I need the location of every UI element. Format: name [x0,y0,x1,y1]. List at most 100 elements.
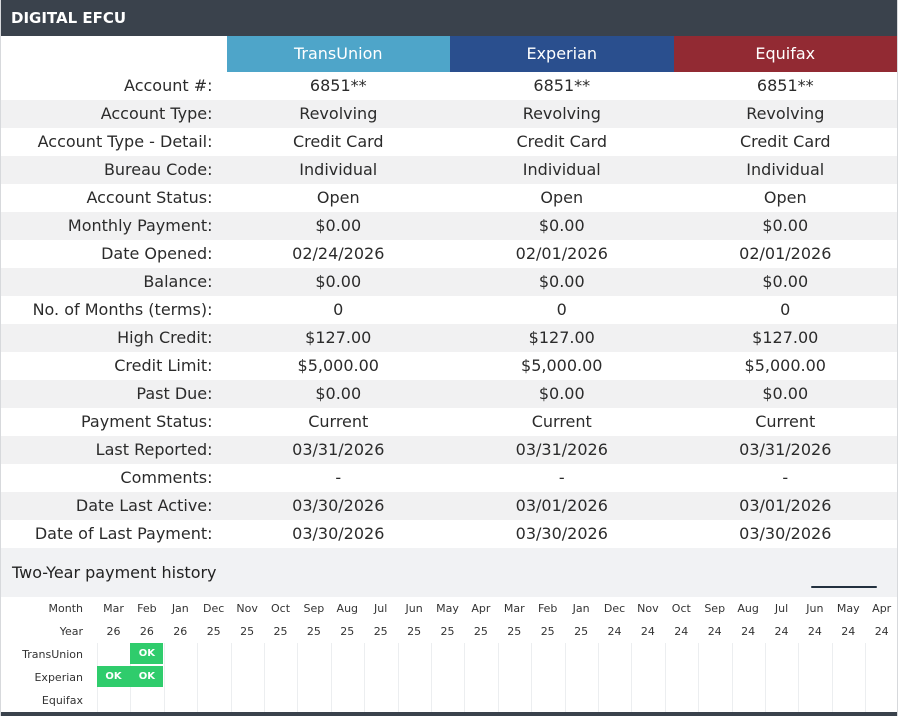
account-card: DIGITAL EFCU TransUnion Experian Equifax… [0,0,898,716]
grid-divider [831,643,833,712]
detail-row: Monthly Payment: $0.00 $0.00 $0.00 [1,212,897,240]
detail-value-equifax: - [782,468,789,487]
history-year: 26 [106,625,121,638]
payment-history-grid: Month Year Mar 26 Feb 26 Jan 26 Dec 25 Nov 25 Oct 2… [1,597,897,712]
history-month: Jun [405,602,423,615]
detail-value-experian: 6851** [533,76,591,95]
history-year: 25 [306,625,321,638]
detail-value-transunion: Revolving [299,104,378,123]
detail-value-equifax: 03/01/2026 [739,496,832,515]
history-month: Mar [103,602,124,615]
detail-label: High Credit: [117,328,213,347]
detail-label: Credit Limit: [114,356,213,375]
history-month: May [836,602,860,615]
detail-value-equifax: Current [755,412,816,431]
detail-row: Date Last Active: 03/30/2026 03/01/2026 03/… [1,492,897,520]
detail-label: Monthly Payment: [67,216,213,235]
detail-label: Balance: [143,272,213,291]
history-month: Jul [374,602,388,615]
grid-divider [798,643,800,712]
detail-value-transunion: 6851** [309,76,367,95]
detail-value-equifax: Credit Card [739,132,831,151]
detail-value-experian: Open [540,188,584,207]
grid-divider [631,643,633,712]
history-month: Mar [503,602,525,615]
history-month: Sep [704,602,726,615]
history-year: 26 [139,625,154,638]
history-month: Feb [137,602,157,615]
grid-divider [197,643,199,712]
detail-row: Date Opened: 02/24/2026 02/01/2026 02/01/20… [1,240,897,268]
detail-label: Account #: [124,76,213,95]
history-year: 24 [841,625,856,638]
detail-value-experian: $5,000.00 [521,356,603,375]
detail-value-transunion: $5,000.00 [297,356,379,375]
history-month: Jan [171,602,189,615]
history-month: Nov [236,602,258,615]
history-year: 24 [741,625,756,638]
history-month: May [436,602,459,615]
detail-value-equifax: $5,000.00 [744,356,826,375]
detail-value-transunion: Current [308,412,369,431]
detail-value-transunion: 03/30/2026 [292,524,385,543]
history-month: Aug [737,602,759,615]
detail-value-experian: 03/30/2026 [515,524,608,543]
grid-divider [698,643,700,712]
detail-row: Account #: 6851** 6851** 6851** [1,72,897,100]
detail-value-equifax: 6851** [756,76,814,95]
history-bureau-label: TransUnion [22,648,83,661]
grid-divider [297,643,299,712]
detail-value-transunion: Individual [299,160,378,179]
detail-label: Last Reported: [95,440,213,459]
history-year-label: Year [59,625,83,638]
detail-value-experian: 03/01/2026 [515,496,608,515]
history-month: Aug [336,602,359,615]
detail-value-experian: 02/01/2026 [515,244,608,263]
detail-value-experian: 0 [556,300,567,319]
grid-divider [264,643,265,712]
detail-row: Payment Status: Current Current Current [1,408,897,436]
grid-divider [564,643,566,712]
history-year: 25 [273,625,288,638]
detail-value-experian: $0.00 [538,216,585,235]
detail-label: Date Last Active: [75,496,213,515]
detail-value-transunion: $0.00 [315,272,362,291]
detail-value-equifax: $0.00 [762,384,809,403]
grid-divider [464,643,466,712]
grid-divider [865,643,867,712]
collapse-handle[interactable] [811,586,877,588]
history-month: Oct [270,602,291,615]
history-year: 25 [574,625,589,638]
detail-value-experian: - [558,468,565,487]
history-status-badge: OK [97,666,130,687]
grid-divider [397,643,399,712]
history-status-badge: OK [130,643,164,664]
history-month: Apr [872,602,892,615]
bottom-border [1,712,897,716]
detail-label: Past Due: [136,384,213,403]
detail-row: Account Type: Revolving Revolving Revolving [1,100,897,128]
detail-value-experian: $0.00 [538,384,585,403]
detail-row: Balance: $0.00 $0.00 $0.00 [1,268,897,296]
detail-value-transunion: 03/31/2026 [292,440,385,459]
history-year: 25 [440,625,455,638]
detail-value-equifax: 03/30/2026 [739,524,832,543]
history-year: 25 [507,625,522,638]
grid-divider [497,643,499,712]
detail-row: Account Status: Open Open Open [1,184,897,212]
history-month: Dec [603,602,626,615]
history-month: Feb [537,602,558,615]
detail-value-equifax: Revolving [746,104,825,123]
detail-value-experian: Revolving [522,104,601,123]
grid-divider [765,643,766,712]
grid-divider [531,643,533,712]
detail-value-equifax: 02/01/2026 [739,244,832,263]
history-month-label: Month [48,602,83,615]
history-year: 24 [640,625,655,638]
history-year: 25 [373,625,388,638]
detail-row: Account Type - Detail: Credit Card Credit … [1,128,897,156]
detail-value-equifax: $127.00 [752,328,819,347]
history-year: 24 [807,625,822,638]
detail-label: Account Type: [100,104,213,123]
history-month: Jan [572,602,590,615]
